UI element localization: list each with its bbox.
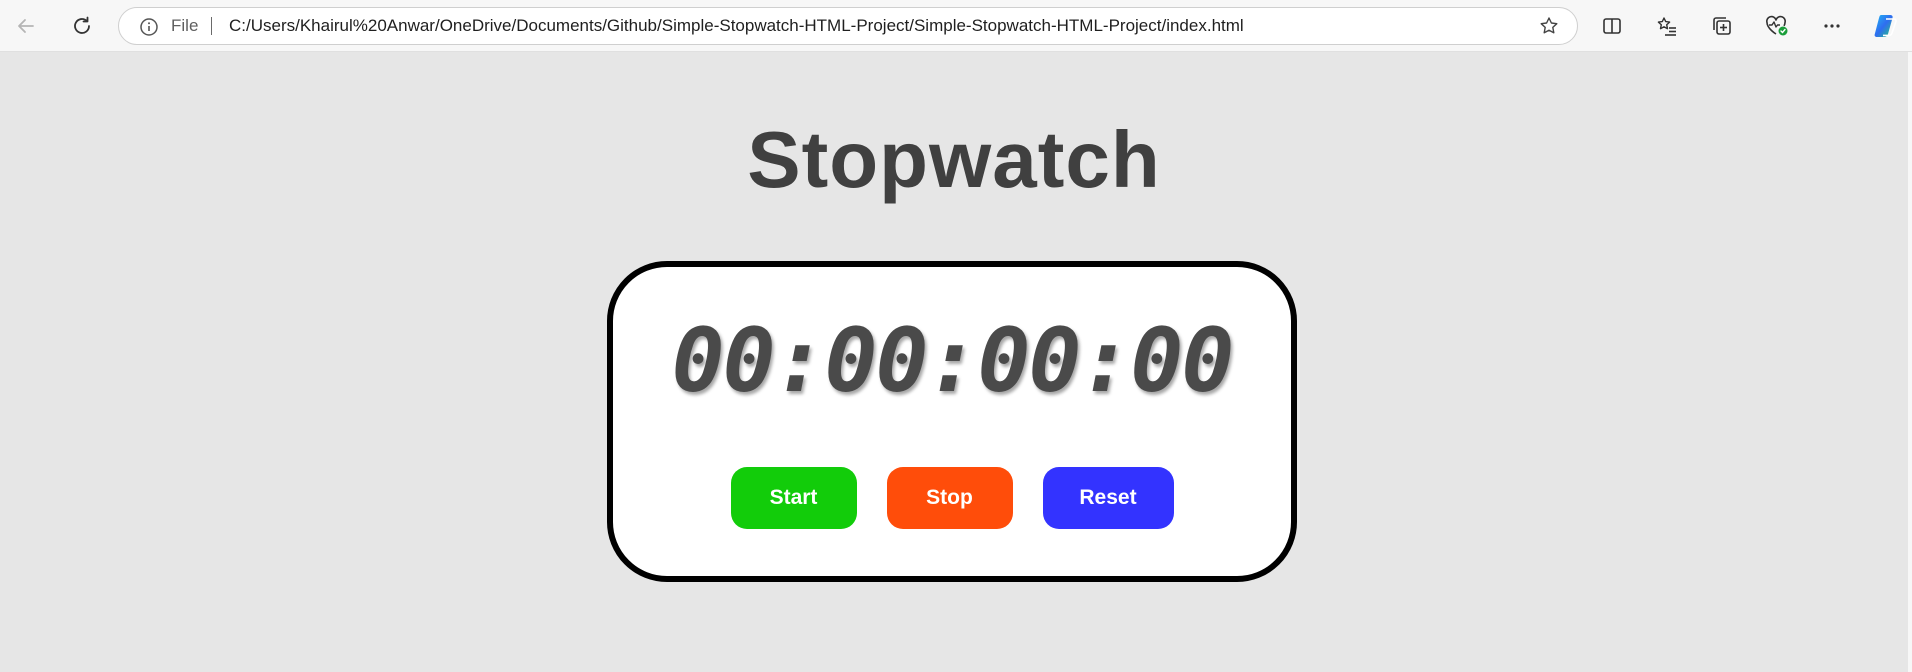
browser-essentials-button[interactable] — [1759, 8, 1795, 44]
heart-pulse-icon — [1765, 15, 1789, 37]
address-bar[interactable]: File C:/Users/Khairul%20Anwar/OneDrive/D… — [118, 7, 1578, 45]
info-icon[interactable] — [139, 17, 159, 37]
browser-toolbar: File C:/Users/Khairul%20Anwar/OneDrive/D… — [0, 0, 1912, 52]
copilot-icon — [1872, 12, 1900, 40]
address-url[interactable]: C:/Users/Khairul%20Anwar/OneDrive/Docume… — [229, 8, 1244, 44]
reset-button[interactable]: Reset — [1042, 467, 1174, 529]
split-screen-icon — [1601, 15, 1623, 37]
reload-button[interactable] — [64, 8, 100, 44]
copilot-button[interactable] — [1868, 8, 1904, 44]
back-arrow-icon — [15, 15, 37, 37]
split-screen-button[interactable] — [1594, 8, 1630, 44]
back-button[interactable] — [8, 8, 44, 44]
button-group: Start Stop Reset — [613, 467, 1291, 529]
stop-button[interactable]: Stop — [886, 467, 1013, 529]
collections-button[interactable] — [1704, 8, 1740, 44]
favorites-icon — [1656, 15, 1678, 37]
start-button[interactable]: Start — [730, 467, 857, 529]
star-icon[interactable] — [1539, 16, 1559, 36]
page-title: Stopwatch — [747, 115, 1161, 204]
reload-icon — [71, 15, 93, 37]
favorites-button[interactable] — [1649, 8, 1685, 44]
address-scheme-label[interactable]: File — [171, 8, 198, 44]
collections-icon — [1711, 15, 1733, 37]
more-button[interactable] — [1814, 8, 1850, 44]
more-icon — [1821, 15, 1843, 37]
page-content: Stopwatch 00:00:00:00 Start Stop Reset — [0, 52, 1908, 672]
window-edge — [1908, 52, 1912, 672]
stopwatch-card: 00:00:00:00 Start Stop Reset — [607, 261, 1297, 582]
timer-display: 00:00:00:00 — [671, 309, 1235, 412]
address-separator — [211, 17, 212, 35]
